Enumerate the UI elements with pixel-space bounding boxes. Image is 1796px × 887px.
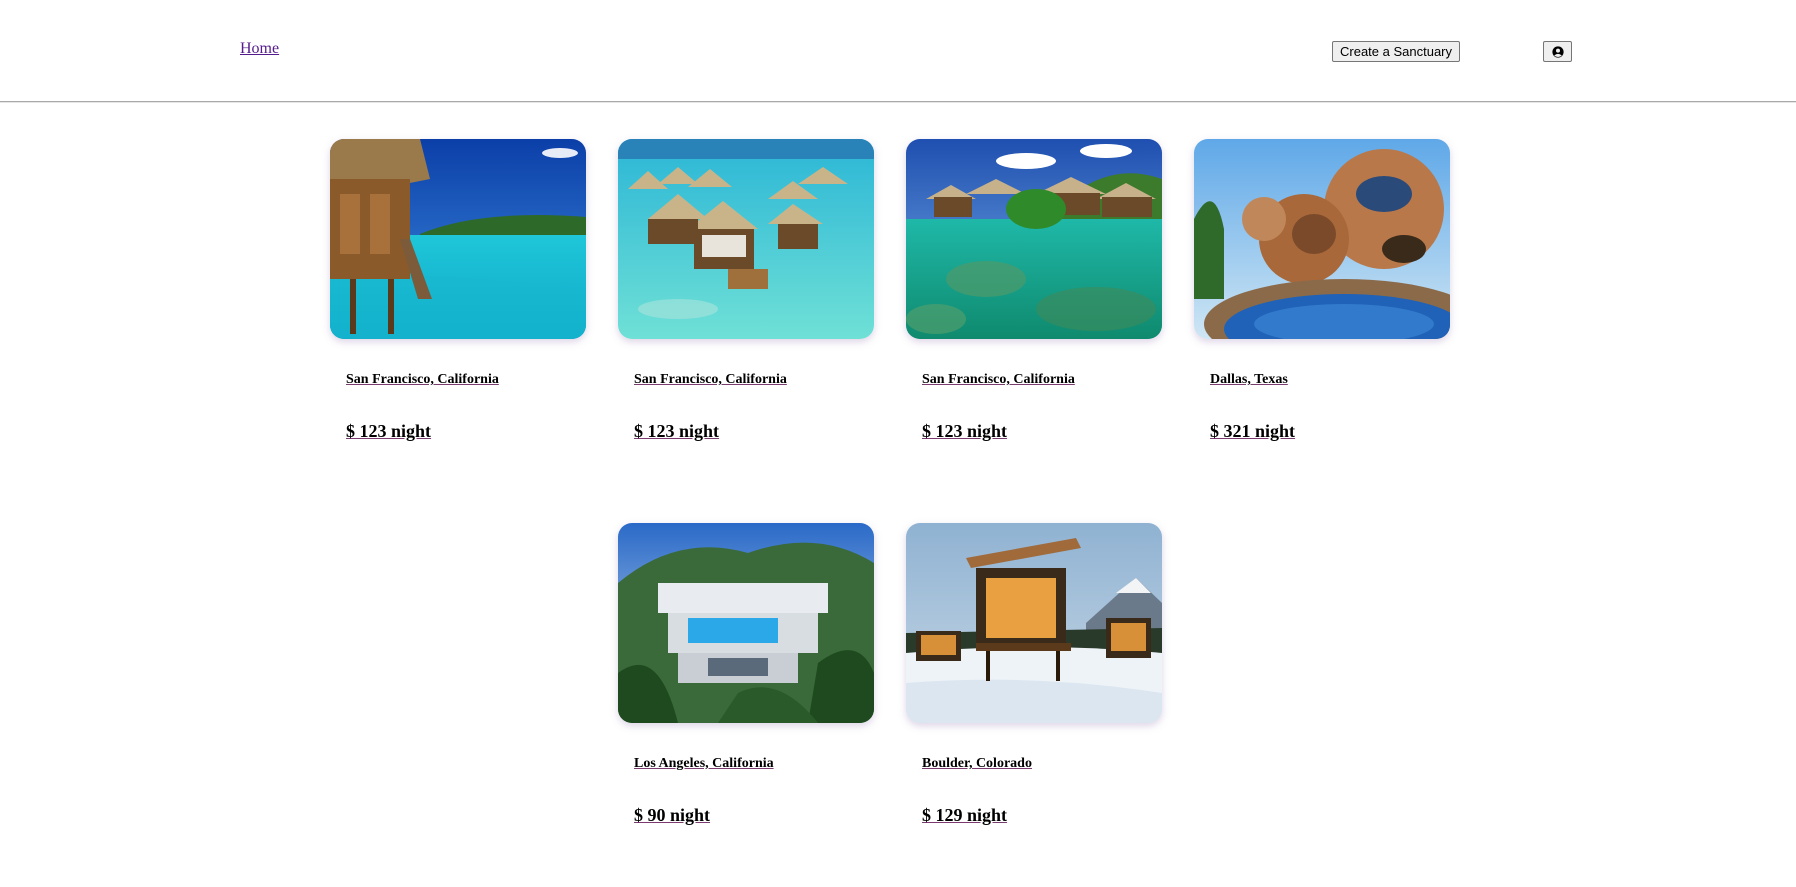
listing-card[interactable]: San Francisco, California $ 123 night (618, 139, 874, 442)
bubble-house-pool-photo[interactable] (1194, 139, 1450, 339)
overwater-resort-aerial-photo[interactable] (618, 139, 874, 339)
listing-card[interactable]: Los Angeles, California $ 90 night (618, 523, 874, 826)
listing-location[interactable]: Boulder, Colorado (922, 756, 1162, 772)
listing-price[interactable]: $ 123 night (346, 421, 586, 442)
top-navbar: Home Create a Sanctuary (0, 0, 1796, 102)
overwater-bungalow-photo[interactable] (330, 139, 586, 339)
listing-price[interactable]: $ 321 night (1210, 421, 1450, 442)
listing-card[interactable]: Boulder, Colorado $ 129 night (906, 523, 1162, 826)
listing-price[interactable]: $ 123 night (634, 421, 874, 442)
listing-location[interactable]: San Francisco, California (634, 372, 874, 388)
user-menu-button[interactable] (1543, 41, 1572, 62)
create-sanctuary-button[interactable]: Create a Sanctuary (1332, 41, 1461, 62)
listing-price[interactable]: $ 123 night (922, 421, 1162, 442)
listing-card[interactable]: Dallas, Texas $ 321 night (1194, 139, 1450, 442)
listing-card[interactable]: San Francisco, California $ 123 night (330, 139, 586, 442)
listing-location[interactable]: San Francisco, California (346, 372, 586, 388)
listings-grid: San Francisco, California $ 123 night Sa… (0, 0, 1796, 887)
listing-price[interactable]: $ 129 night (922, 805, 1162, 826)
user-circle-icon (1551, 45, 1564, 58)
lagoon-villas-photo[interactable] (906, 139, 1162, 339)
listing-location[interactable]: Dallas, Texas (1210, 372, 1450, 388)
home-link[interactable]: Home (240, 40, 279, 58)
listing-location[interactable]: San Francisco, California (922, 372, 1162, 388)
listing-price[interactable]: $ 90 night (634, 805, 874, 826)
hillside-modern-villa-photo[interactable] (618, 523, 874, 723)
listing-location[interactable]: Los Angeles, California (634, 756, 874, 772)
listing-card[interactable]: San Francisco, California $ 123 night (906, 139, 1162, 442)
snow-cabins-photo[interactable] (906, 523, 1162, 723)
